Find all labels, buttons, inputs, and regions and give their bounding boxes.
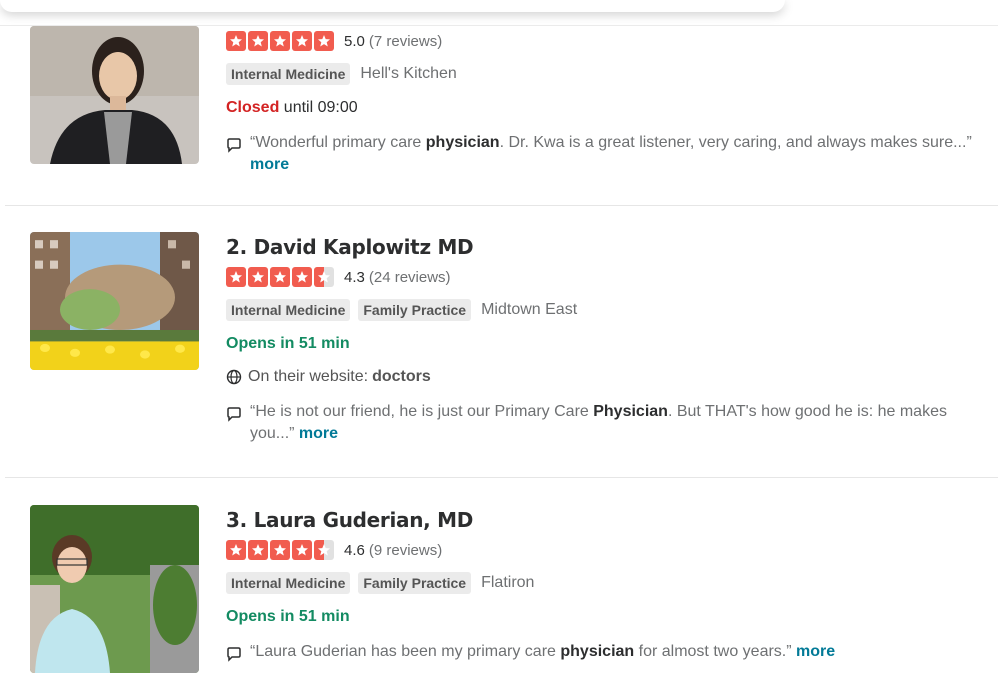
neighborhood: Midtown East — [481, 301, 578, 318]
star-icon — [314, 31, 334, 51]
rating-row: 4.3 (24 reviews) — [226, 266, 986, 288]
star-icon — [248, 540, 268, 560]
business-name-link[interactable]: 3. Laura Guderian, MD — [226, 508, 473, 532]
business-name: 2. David Kaplowitz MD — [226, 234, 986, 260]
snippet-keyword: physician — [560, 643, 635, 660]
rating-number: 4.6 — [344, 541, 365, 559]
business-name: 3. Laura Guderian, MD — [226, 507, 986, 533]
snippet-text-end: . Dr. Kwa is a great listener, very cari… — [499, 134, 972, 151]
category-tags: Internal Medicine Family Practice Flatir… — [226, 571, 986, 595]
business-photo[interactable] — [30, 26, 199, 164]
rating-row: 4.6 (9 reviews) — [226, 539, 986, 561]
star-icon — [292, 540, 312, 560]
review-snippet: “He is not our friend, he is just our Pr… — [226, 401, 990, 445]
star-icon — [270, 267, 290, 287]
neighborhood: Hell's Kitchen — [360, 65, 457, 82]
header-shadow — [0, 0, 785, 12]
rating-row: 5.0 (7 reviews) — [226, 30, 986, 52]
website-mention: On their website: doctors — [226, 366, 986, 388]
business-photo[interactable] — [30, 505, 199, 673]
snippet-text: “Wonderful primary care — [250, 134, 426, 151]
open-status: Closed until 09:00 — [226, 97, 986, 119]
snippet-text: “He is not our friend, he is just our Pr… — [250, 403, 594, 420]
speech-bubble-icon — [227, 407, 241, 422]
open-status: Opens in 51 min — [226, 333, 986, 355]
snippet-text: “Laura Guderian has been my primary care — [250, 643, 561, 660]
business-name-link[interactable]: 2. David Kaplowitz MD — [226, 235, 474, 259]
snippet-keyword: physician — [425, 134, 500, 151]
closed-label: Closed — [226, 99, 280, 116]
listing-divider — [5, 477, 998, 478]
review-count[interactable]: (24 reviews) — [369, 269, 451, 286]
star-icon — [270, 540, 290, 560]
star-icon — [248, 267, 268, 287]
star-icon — [226, 31, 246, 51]
star-rating — [226, 31, 334, 51]
snippet-text-end: for almost two years.” — [634, 643, 792, 660]
opens-label: Opens in 51 min — [226, 335, 350, 352]
category-tag[interactable]: Family Practice — [358, 572, 472, 594]
rating-number: 4.3 — [344, 268, 365, 286]
category-tags: Internal Medicine Hell's Kitchen — [226, 62, 986, 86]
more-link[interactable]: more — [796, 643, 835, 660]
review-snippet: “Wonderful primary care physician. Dr. K… — [226, 132, 990, 176]
category-tag[interactable]: Internal Medicine — [226, 299, 351, 321]
rating-number: 5.0 — [344, 32, 365, 50]
more-link[interactable]: more — [250, 156, 289, 173]
globe-icon — [226, 369, 242, 385]
star-icon — [248, 31, 268, 51]
star-icon — [226, 540, 246, 560]
star-icon — [270, 31, 290, 51]
category-tags: Internal Medicine Family Practice Midtow… — [226, 298, 986, 322]
star-rating — [226, 540, 334, 560]
star-icon — [226, 267, 246, 287]
speech-bubble-icon — [227, 647, 241, 662]
category-tag[interactable]: Internal Medicine — [226, 63, 351, 85]
business-photo[interactable] — [30, 232, 199, 370]
category-tag[interactable]: Internal Medicine — [226, 572, 351, 594]
star-icon — [314, 540, 334, 560]
neighborhood: Flatiron — [481, 574, 535, 591]
snippet-keyword: Physician — [593, 403, 668, 420]
hours-detail: until 09:00 — [283, 99, 358, 116]
category-tag[interactable]: Family Practice — [358, 299, 472, 321]
more-link[interactable]: more — [299, 425, 338, 442]
open-status: Opens in 51 min — [226, 606, 986, 628]
review-count[interactable]: (9 reviews) — [369, 542, 442, 559]
star-rating — [226, 267, 334, 287]
review-count[interactable]: (7 reviews) — [369, 33, 442, 50]
star-icon — [292, 267, 312, 287]
star-icon — [314, 267, 334, 287]
review-snippet: “Laura Guderian has been my primary care… — [226, 641, 990, 663]
website-term: doctors — [372, 368, 431, 385]
star-icon — [292, 31, 312, 51]
website-prefix: On their website: — [248, 368, 369, 385]
speech-bubble-icon — [227, 138, 241, 153]
opens-label: Opens in 51 min — [226, 608, 350, 625]
listing-divider — [5, 205, 998, 206]
